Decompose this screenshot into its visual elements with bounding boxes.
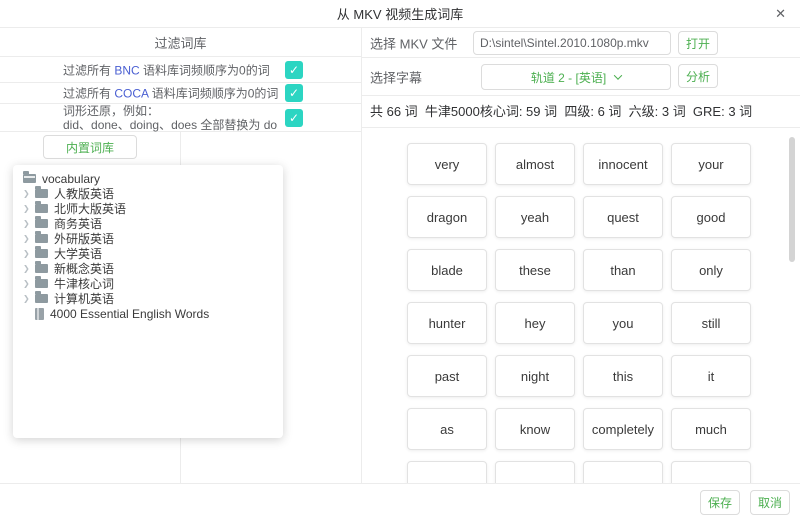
- folder-open-icon: [23, 174, 36, 183]
- mkv-pane: 选择 MKV 文件 打开 选择字幕 轨道 2 - [英语] 分析 共 66 词 …: [362, 28, 800, 483]
- subtitle-track-select[interactable]: 轨道 2 - [英语]: [481, 64, 671, 90]
- word-stats-text: 共 66 词 牛津5000核心词: 59 词 四级: 6 词 六级: 3 词 G…: [362, 96, 800, 127]
- folder-icon: [35, 279, 48, 288]
- tree-root-label: vocabulary: [42, 172, 100, 186]
- folder-icon: [35, 294, 48, 303]
- word-card[interactable]: [671, 461, 751, 483]
- word-card[interactable]: it: [671, 355, 751, 397]
- word-card[interactable]: completely: [583, 408, 663, 450]
- analyze-button[interactable]: 分析: [678, 64, 718, 88]
- filter-bnc-label: 过滤所有 BNC 语料库词频顺序为0的词: [63, 61, 270, 78]
- mkv-vocab-dialog: 从 MKV 视频生成词库 ✕ 过滤词库 过滤所有 BNC 语料库词频顺序为0的词…: [0, 0, 800, 521]
- folder-icon: [35, 234, 48, 243]
- dialog-body: 过滤词库 过滤所有 BNC 语料库词频顺序为0的词 ✓ 过滤所有 COCA 语料…: [0, 28, 800, 483]
- mkv-file-row: 选择 MKV 文件 打开: [362, 28, 800, 58]
- chevron-right-icon[interactable]: ❯: [23, 264, 35, 273]
- word-card[interactable]: night: [495, 355, 575, 397]
- word-grid-area: veryalmostinnocentyour dragonyeahquestgoo…: [362, 128, 800, 483]
- word-card[interactable]: hey: [495, 302, 575, 344]
- chevron-right-icon[interactable]: ❯: [23, 219, 35, 228]
- tree-item-root[interactable]: vocabulary: [23, 171, 283, 186]
- tree-leaf-label: 4000 Essential English Words: [50, 307, 209, 321]
- chevron-right-icon[interactable]: ❯: [23, 204, 35, 213]
- word-card[interactable]: [495, 461, 575, 483]
- word-card[interactable]: [583, 461, 663, 483]
- builtin-vocab-button[interactable]: 内置词库: [43, 135, 137, 159]
- word-card[interactable]: dragon: [407, 196, 487, 238]
- tree-folder-list: ❯人教版英语❯北师大版英语❯商务英语❯外研版英语❯大学英语❯新概念英语❯牛津核心…: [23, 186, 283, 306]
- tree-item-leaf[interactable]: 4000 Essential English Words: [23, 306, 283, 321]
- word-card[interactable]: quest: [583, 196, 663, 238]
- save-button[interactable]: 保存: [700, 490, 740, 515]
- coca-link[interactable]: COCA: [114, 87, 148, 101]
- tree-item-folder[interactable]: ❯大学英语: [23, 246, 283, 261]
- vocab-tree-panel: vocabulary ❯人教版英语❯北师大版英语❯商务英语❯外研版英语❯大学英语…: [13, 165, 283, 438]
- open-file-button[interactable]: 打开: [678, 31, 718, 55]
- chevron-down-icon: [614, 71, 622, 79]
- word-card[interactable]: as: [407, 408, 487, 450]
- tree-item-folder[interactable]: ❯外研版英语: [23, 231, 283, 246]
- bnc-link[interactable]: BNC: [114, 63, 139, 77]
- word-card[interactable]: only: [671, 249, 751, 291]
- subtitle-label: 选择字幕: [370, 67, 422, 86]
- folder-icon: [35, 249, 48, 258]
- folder-icon: [35, 189, 48, 198]
- tree-item-folder[interactable]: ❯商务英语: [23, 216, 283, 231]
- chevron-right-icon[interactable]: ❯: [23, 279, 35, 288]
- word-card[interactable]: you: [583, 302, 663, 344]
- title-bar: 从 MKV 视频生成词库 ✕: [0, 0, 800, 28]
- tree-item-folder[interactable]: ❯牛津核心词: [23, 276, 283, 291]
- tree-item-folder[interactable]: ❯新概念英语: [23, 261, 283, 276]
- word-card[interactable]: innocent: [583, 143, 663, 185]
- word-card[interactable]: yeah: [495, 196, 575, 238]
- word-card[interactable]: blade: [407, 249, 487, 291]
- word-card[interactable]: past: [407, 355, 487, 397]
- lemmatize-checkbox[interactable]: ✓: [285, 109, 303, 127]
- lemmatize-label: 词形还原，例如： did、done、doing、does 全部替换为 do: [63, 104, 277, 132]
- subtitle-track-value: 轨道 2 - [英语]: [531, 69, 606, 86]
- word-grid: veryalmostinnocentyour dragonyeahquestgoo…: [407, 143, 751, 483]
- dialog-title: 从 MKV 视频生成词库: [337, 4, 463, 23]
- word-card[interactable]: your: [671, 143, 751, 185]
- word-card[interactable]: still: [671, 302, 751, 344]
- close-icon[interactable]: ✕: [775, 6, 786, 22]
- folder-icon: [35, 219, 48, 228]
- stats-row: 共 66 词 牛津5000核心词: 59 词 四级: 6 词 六级: 3 词 G…: [362, 96, 800, 128]
- bnc-checkbox[interactable]: ✓: [285, 61, 303, 79]
- word-card[interactable]: know: [495, 408, 575, 450]
- filter-coca-label: 过滤所有 COCA 语料库词频顺序为0的词: [63, 85, 278, 102]
- filter-row-coca: 过滤所有 COCA 语料库词频顺序为0的词 ✓: [0, 83, 361, 104]
- word-card[interactable]: much: [671, 408, 751, 450]
- folder-icon: [35, 264, 48, 273]
- book-icon: [35, 308, 44, 320]
- word-card[interactable]: this: [583, 355, 663, 397]
- tree-folder-label: 计算机英语: [54, 290, 114, 307]
- chevron-right-icon[interactable]: ❯: [23, 234, 35, 243]
- dialog-footer: 保存 取消: [0, 483, 800, 521]
- tree-item-folder[interactable]: ❯北师大版英语: [23, 201, 283, 216]
- scrollbar-thumb[interactable]: [789, 137, 795, 262]
- tree-item-folder[interactable]: ❯ 计算机英语: [23, 291, 283, 306]
- subtitle-row: 选择字幕 轨道 2 - [英语] 分析: [362, 58, 800, 96]
- tree-item-folder[interactable]: ❯人教版英语: [23, 186, 283, 201]
- word-card[interactable]: good: [671, 196, 751, 238]
- coca-checkbox[interactable]: ✓: [285, 84, 303, 102]
- word-card[interactable]: almost: [495, 143, 575, 185]
- filter-pane-title: 过滤词库: [0, 28, 361, 57]
- mkv-file-label: 选择 MKV 文件: [370, 33, 457, 52]
- filter-row-lemma: 词形还原，例如： did、done、doing、does 全部替换为 do ✓: [0, 104, 361, 132]
- filter-row-bnc: 过滤所有 BNC 语料库词频顺序为0的词 ✓: [0, 57, 361, 83]
- word-card[interactable]: very: [407, 143, 487, 185]
- folder-icon: [35, 204, 48, 213]
- word-card[interactable]: than: [583, 249, 663, 291]
- word-card[interactable]: [407, 461, 487, 483]
- mkv-file-input[interactable]: [473, 31, 671, 55]
- chevron-right-icon[interactable]: ❯: [23, 294, 35, 303]
- word-card[interactable]: these: [495, 249, 575, 291]
- chevron-right-icon[interactable]: ❯: [23, 189, 35, 198]
- word-card[interactable]: hunter: [407, 302, 487, 344]
- chevron-right-icon[interactable]: ❯: [23, 249, 35, 258]
- cancel-button[interactable]: 取消: [750, 490, 790, 515]
